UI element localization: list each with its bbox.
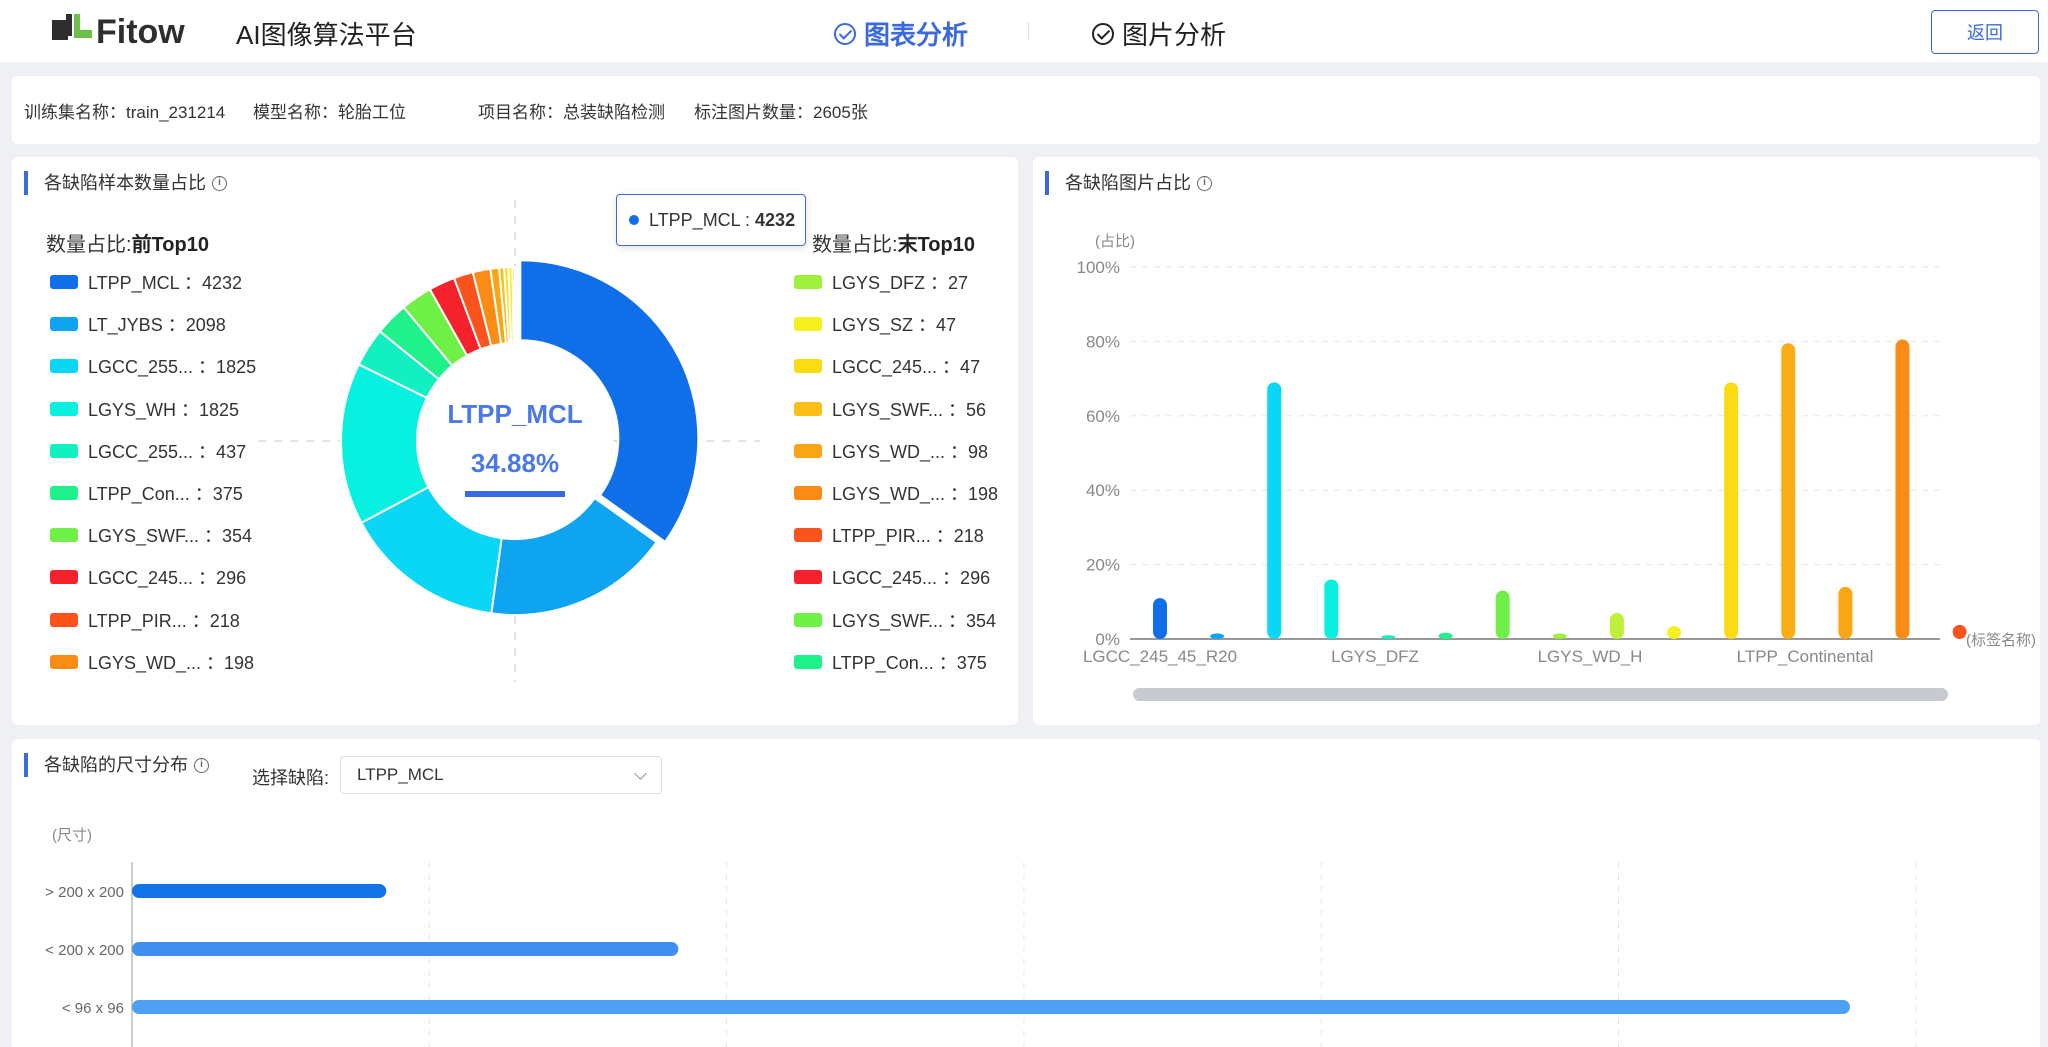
size-category-label: < 200 x 200	[45, 942, 124, 959]
size-y-axis-title: (尺寸)	[52, 827, 92, 844]
size-bar[interactable]	[132, 884, 387, 898]
size-bar[interactable]	[132, 1000, 1850, 1014]
size-category-label: > 200 x 200	[45, 884, 124, 901]
size-category-label: < 96 x 96	[62, 1000, 124, 1017]
size-bar[interactable]	[132, 942, 679, 956]
size-bar-chart: (尺寸) > 200 x 200 < 200 x 200 < 96 x 96	[45, 827, 1917, 1047]
